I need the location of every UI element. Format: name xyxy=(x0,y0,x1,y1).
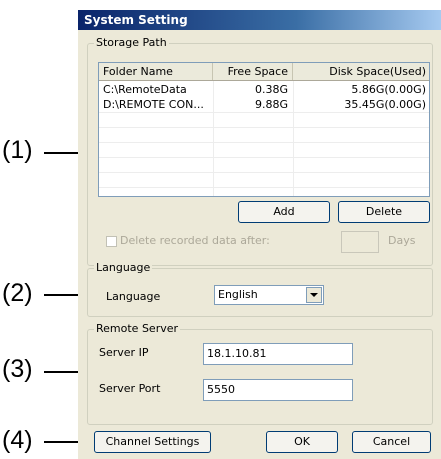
remote-server-group-label: Remote Server xyxy=(94,322,181,335)
annotation-1-line xyxy=(44,152,78,154)
delete-button[interactable]: Delete xyxy=(338,201,430,223)
grid-hline xyxy=(99,157,429,158)
server-port-input[interactable]: 5550 xyxy=(203,379,353,401)
column-folder-name[interactable]: Folder Name xyxy=(99,63,213,80)
table-row[interactable]: D:\REMOTE CON... 9.88G 35.45G(0.00G) xyxy=(99,97,429,112)
column-disk-space[interactable]: Disk Space(Used) xyxy=(293,63,430,80)
cancel-button[interactable]: Cancel xyxy=(352,431,431,453)
title-bar[interactable]: System Setting xyxy=(78,10,441,30)
server-ip-input[interactable]: 18.1.10.81 xyxy=(203,343,353,365)
annotation-3: (3) xyxy=(2,355,33,383)
grid-hline xyxy=(99,142,429,143)
server-port-label: Server Port xyxy=(99,382,161,395)
server-ip-label: Server IP xyxy=(99,346,149,359)
annotation-1: (1) xyxy=(2,136,33,164)
storage-path-list[interactable]: Folder Name Free Space Disk Space(Used) … xyxy=(98,62,430,197)
chevron-down-icon[interactable] xyxy=(306,287,322,303)
cell-folder: C:\RemoteData xyxy=(103,83,187,96)
cell-free: 0.38G xyxy=(254,83,288,96)
delete-recorded-checkbox[interactable] xyxy=(106,236,117,247)
grid-hline xyxy=(99,112,429,113)
channel-settings-button[interactable]: Channel Settings xyxy=(94,431,211,453)
language-select-value: English xyxy=(218,288,258,301)
column-free-space[interactable]: Free Space xyxy=(213,63,293,80)
cell-disk: 35.45G(0.00G) xyxy=(344,98,426,111)
days-label: Days xyxy=(388,234,416,247)
language-label: Language xyxy=(106,290,161,303)
cell-folder: D:\REMOTE CON... xyxy=(103,98,204,111)
grid-hline xyxy=(99,187,429,188)
window-title: System Setting xyxy=(84,13,188,27)
ok-button[interactable]: OK xyxy=(266,431,338,453)
list-header: Folder Name Free Space Disk Space(Used) xyxy=(99,63,429,81)
add-button[interactable]: Add xyxy=(238,201,330,223)
system-setting-window: System Setting Storage Path Folder Name … xyxy=(78,10,441,459)
annotation-2: (2) xyxy=(2,279,33,307)
annotation-4: (4) xyxy=(2,426,33,454)
table-row[interactable]: C:\RemoteData 0.38G 5.86G(0.00G) xyxy=(99,82,429,97)
cell-disk: 5.86G(0.00G) xyxy=(351,83,426,96)
grid-hline xyxy=(99,172,429,173)
language-group-label: Language xyxy=(94,261,153,274)
cell-free: 9.88G xyxy=(254,98,288,111)
language-select[interactable]: English xyxy=(214,285,324,305)
days-input[interactable] xyxy=(341,231,379,253)
annotation-3-line xyxy=(44,371,78,373)
storage-path-group-label: Storage Path xyxy=(94,36,169,49)
delete-recorded-label: Delete recorded data after: xyxy=(120,234,270,247)
grid-hline xyxy=(99,127,429,128)
